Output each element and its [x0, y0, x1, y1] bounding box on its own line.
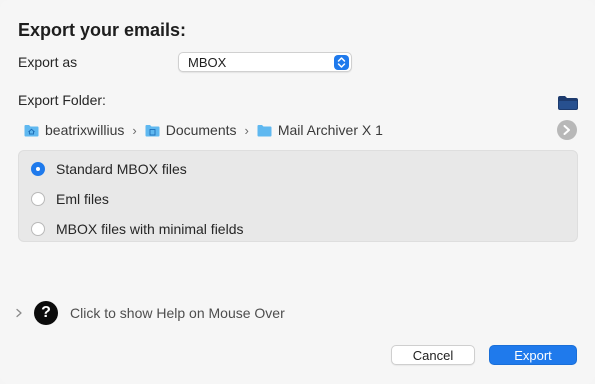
choose-folder-button[interactable] — [557, 93, 579, 111]
dialog-title: Export your emails: — [18, 20, 187, 40]
format-popup-value: MBOX — [188, 55, 227, 70]
radio-standard-mbox[interactable]: Standard MBOX files — [31, 160, 187, 178]
radio-label: Eml files — [56, 191, 109, 207]
export-as-label: Export as — [18, 54, 78, 70]
export-format-group: Standard MBOX files Eml files MBOX files… — [18, 150, 578, 242]
path-crumb[interactable]: Mail Archiver X 1 — [257, 122, 383, 138]
chevron-updown-icon — [334, 55, 349, 70]
path-crumb-label: beatrixwillius — [45, 122, 125, 138]
radio-label: Standard MBOX files — [56, 161, 187, 177]
help-button[interactable]: ? — [34, 301, 58, 325]
path-crumb[interactable]: beatrixwillius — [24, 122, 124, 138]
radio-eml-files[interactable]: Eml files — [31, 190, 109, 208]
path-crumb[interactable]: Documents — [145, 122, 237, 138]
folder-icon — [257, 124, 272, 136]
path-crumb-label: Documents — [165, 122, 237, 138]
format-popup[interactable]: MBOX — [178, 52, 352, 72]
radio-label: MBOX files with minimal fields — [56, 221, 244, 237]
documents-folder-icon — [145, 124, 160, 136]
radio-mbox-minimal[interactable]: MBOX files with minimal fields — [31, 220, 244, 238]
radio-button-selected[interactable] — [31, 162, 45, 176]
path-crumb-label: Mail Archiver X 1 — [277, 122, 383, 138]
chevron-right-icon: › — [244, 122, 249, 138]
cancel-button[interactable]: Cancel — [391, 345, 475, 365]
home-folder-icon — [24, 124, 39, 136]
disclosure-chevron-icon[interactable] — [14, 308, 24, 318]
chevron-right-icon: › — [132, 122, 137, 138]
help-text: Click to show Help on Mouse Over — [70, 305, 285, 321]
help-row: ? Click to show Help on Mouse Over — [14, 301, 285, 325]
reveal-folder-button[interactable] — [557, 120, 577, 140]
export-dialog: Export your emails: Export as MBOX Expor… — [0, 0, 595, 384]
folder-open-icon — [558, 96, 578, 110]
arrow-right-icon — [563, 125, 570, 135]
export-button[interactable]: Export — [489, 345, 577, 365]
folder-path-breadcrumb: beatrixwillius › Documents › Mail Archiv… — [24, 121, 383, 139]
export-folder-label: Export Folder: — [18, 92, 106, 108]
radio-button[interactable] — [31, 192, 45, 206]
radio-button[interactable] — [31, 222, 45, 236]
